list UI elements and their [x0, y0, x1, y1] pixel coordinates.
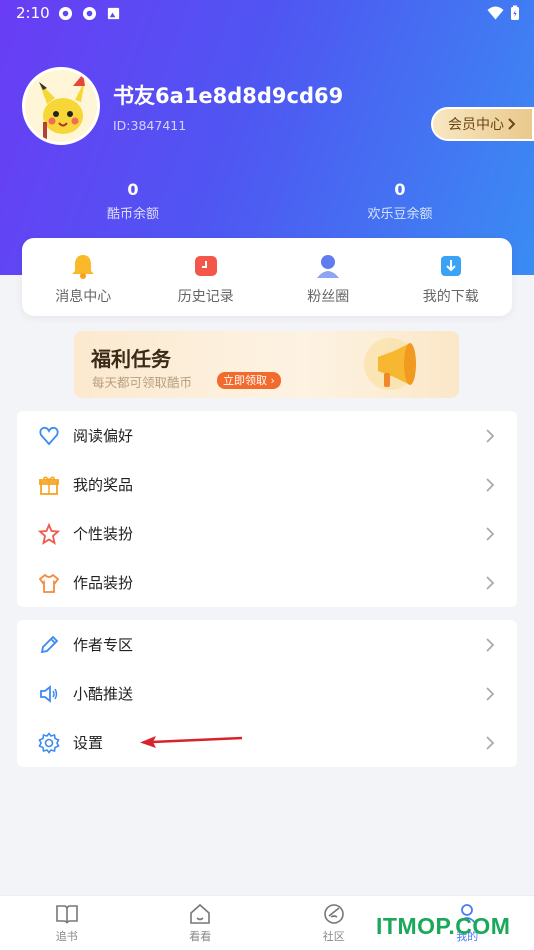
status-time: 2:10: [16, 4, 50, 22]
chevron-right-icon: [486, 575, 495, 590]
quick-action-label: 粉丝圈: [307, 289, 350, 305]
chevron-right-icon: [486, 637, 495, 652]
megaphone-icon: [364, 338, 416, 390]
chevron-right-icon: [486, 686, 495, 701]
user-id: ID:3847411: [113, 118, 187, 133]
menu-item-label: 个性装扮: [73, 525, 134, 543]
menu-item-work-dressup[interactable]: 作品装扮: [17, 558, 517, 607]
claim-now-label: 立即领取: [223, 374, 267, 387]
chevron-right-icon: [508, 118, 516, 130]
gift-icon: [39, 476, 59, 495]
menu-item-label: 小酷推送: [73, 685, 134, 703]
gear-icon: [38, 731, 60, 754]
menu-group-settings: 作者专区 小酷推送 设置: [17, 620, 517, 767]
chevron-right-icon: [486, 428, 495, 443]
watermark: ITMOP.COM: [376, 913, 511, 939]
menu-group-preferences: 阅读偏好 我的奖品 个性装扮 作品装扮: [17, 411, 517, 607]
banner-title: 福利任务: [91, 347, 171, 371]
history-icon: [194, 256, 217, 276]
tab-browse[interactable]: 看看: [134, 896, 268, 950]
status-bar: 2:10: [0, 0, 534, 28]
chevron-right-icon: [486, 526, 495, 541]
wifi-icon: [487, 6, 504, 20]
chevron-right-icon: [486, 735, 495, 750]
vip-center-label: 会员中心: [448, 117, 504, 133]
heart-icon: [39, 426, 59, 445]
welfare-task-banner[interactable]: 福利任务 每天都可领取酷币 立即领取 ›: [74, 331, 459, 398]
app-notification-icon: [58, 6, 73, 21]
claim-now-button[interactable]: 立即领取 ›: [217, 372, 281, 389]
quick-action-fans[interactable]: 粉丝圈: [267, 238, 390, 316]
quick-actions: 消息中心 历史记录 粉丝圈 我的下载: [22, 238, 512, 316]
tab-label: 看看: [189, 930, 212, 943]
menu-item-personal-dressup[interactable]: 个性装扮: [17, 509, 517, 558]
menu-item-settings[interactable]: 设置: [17, 718, 517, 767]
quick-action-messages[interactable]: 消息中心: [22, 238, 145, 316]
profile-header: 2:10 书友6a1e8d8d9cd69 ID:3847411 会员中心 0 酷…: [0, 0, 534, 275]
tab-label: 社区: [322, 930, 345, 943]
star-icon: [38, 522, 60, 545]
quick-action-history[interactable]: 历史记录: [145, 238, 268, 316]
chevron-right-icon: [486, 477, 495, 492]
vip-center-button[interactable]: 会员中心: [431, 107, 534, 141]
red-arrow-annotation: [140, 736, 243, 748]
coin-balance[interactable]: 0 酷币余额: [53, 180, 213, 222]
menu-item-author-zone[interactable]: 作者专区: [17, 620, 517, 669]
avatar[interactable]: [22, 67, 100, 145]
image-notification-icon: [107, 7, 120, 20]
pen-icon: [40, 635, 59, 653]
home-icon: [190, 903, 211, 924]
banner-subtitle: 每天都可领取酷币: [92, 375, 193, 390]
battery-icon: [511, 5, 519, 20]
quick-action-label: 历史记录: [177, 289, 234, 305]
app-notification-icon: [82, 6, 97, 21]
bell-icon: [72, 255, 95, 279]
quick-action-label: 我的下载: [422, 289, 479, 305]
avatar-image: [25, 70, 97, 142]
coin-balance-value: 0: [127, 180, 139, 199]
tab-label: 追书: [55, 930, 78, 943]
menu-item-xiaoku-push[interactable]: 小酷推送: [17, 669, 517, 718]
shirt-icon: [38, 573, 60, 593]
username: 书友6a1e8d8d9cd69: [113, 84, 344, 108]
coin-balance-label: 酷币余额: [106, 207, 159, 222]
bean-balance-value: 0: [394, 180, 406, 199]
fans-icon: [317, 255, 340, 278]
tab-bookshelf[interactable]: 追书: [0, 896, 134, 950]
menu-item-label: 阅读偏好: [73, 427, 134, 445]
menu-item-my-prizes[interactable]: 我的奖品: [17, 460, 517, 509]
menu-item-label: 作者专区: [73, 636, 134, 654]
bean-balance-label: 欢乐豆余额: [367, 207, 433, 222]
menu-item-label: 作品装扮: [73, 574, 134, 592]
quick-action-label: 消息中心: [55, 289, 112, 305]
community-icon: [323, 904, 344, 924]
menu-item-label: 设置: [73, 734, 104, 752]
menu-item-reading-preference[interactable]: 阅读偏好: [17, 411, 517, 460]
menu-item-label: 我的奖品: [73, 476, 134, 494]
bean-balance[interactable]: 0 欢乐豆余额: [320, 180, 480, 222]
quick-action-downloads[interactable]: 我的下载: [390, 238, 513, 316]
download-icon: [440, 256, 461, 276]
book-icon: [55, 905, 78, 924]
speaker-icon: [40, 684, 58, 703]
